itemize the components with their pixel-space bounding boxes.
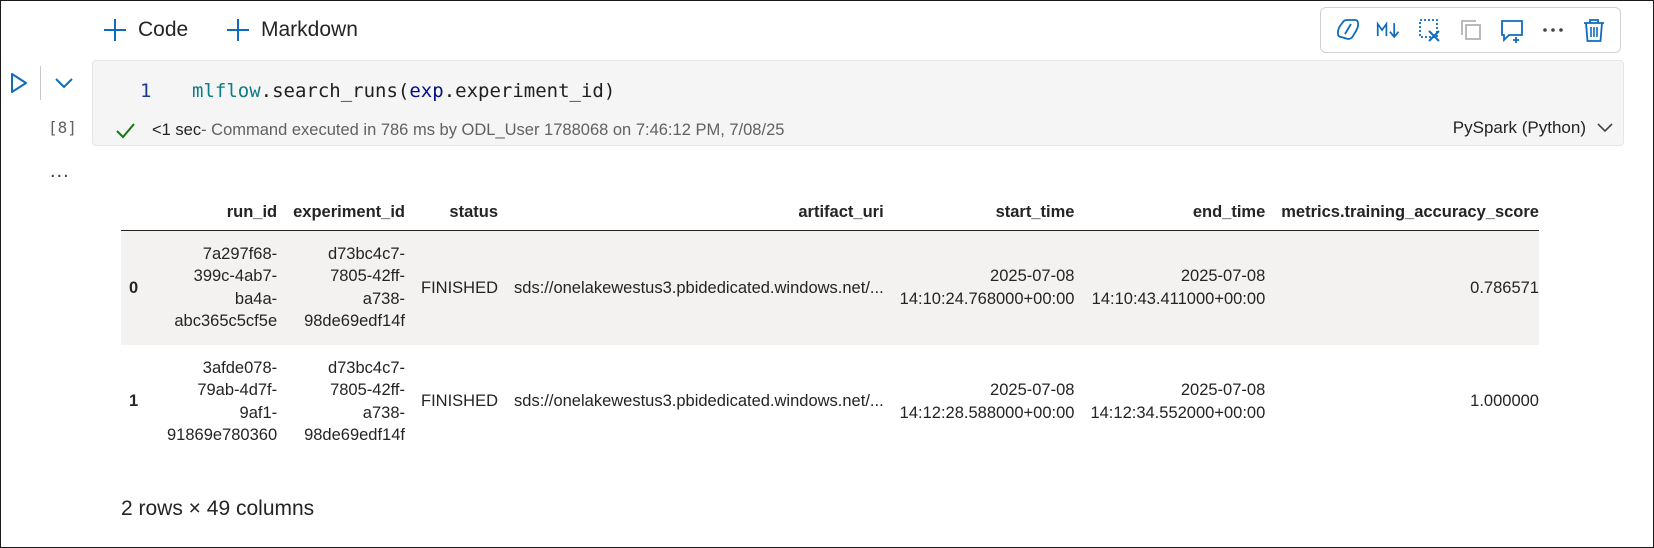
column-header: end_time bbox=[1074, 195, 1266, 231]
row-index: 1 bbox=[129, 392, 139, 411]
table-row: 0 7a297f68- 399c-4ab7- ba4a- abc365c5cf5… bbox=[121, 230, 1539, 345]
comment-icon bbox=[1500, 20, 1523, 43]
cell-end-time: 2025-07-08 14:10:43.411000+00:00 bbox=[1074, 230, 1266, 345]
cell-end-time: 2025-07-08 14:12:34.552000+00:00 bbox=[1090, 381, 1266, 422]
table-row: 1 3afde078- 79ab-4d7f- 9af1- 91869e78036… bbox=[121, 345, 1539, 459]
line-number: 1 bbox=[140, 80, 152, 102]
cell-status: FINISHED bbox=[405, 230, 499, 345]
execution-detail: - Command executed in 786 ms by ODL_User… bbox=[201, 120, 785, 139]
add-markdown-cell-button[interactable]: Markdown bbox=[225, 14, 358, 46]
column-header bbox=[121, 195, 151, 231]
execution-count: [8] bbox=[48, 118, 77, 137]
column-header: status bbox=[405, 195, 499, 231]
gutter-divider bbox=[40, 66, 41, 100]
more-options-button[interactable] bbox=[1538, 15, 1568, 45]
cell-metric: 1.000000 bbox=[1470, 392, 1539, 411]
cell-artifact-uri: sds://onelakewestus3.pbidedicated.window… bbox=[498, 230, 884, 345]
cell-status: FINISHED bbox=[421, 392, 499, 411]
clear-output-button[interactable] bbox=[1415, 15, 1445, 45]
add-code-cell-button[interactable]: Code bbox=[102, 14, 188, 46]
cell-experiment-id: d73bc4c7- 7805-42ff- a738- 98de69edf14f bbox=[277, 230, 405, 345]
cell-run-id: 7a297f68- 399c-4ab7- ba4a- abc365c5cf5e bbox=[151, 230, 278, 345]
column-header: metrics.training_accuracy_score bbox=[1265, 195, 1539, 231]
code-token-module: mlflow bbox=[192, 80, 261, 102]
row-index: 0 bbox=[121, 230, 151, 345]
language-select[interactable]: PySpark (Python) bbox=[1453, 118, 1614, 138]
cell-artifact-uri: sds://onelakewestus3.pbidedicated.window… bbox=[514, 392, 884, 411]
copy-cell-button[interactable] bbox=[1456, 15, 1486, 45]
chevron-down-icon[interactable] bbox=[52, 73, 76, 93]
markdown-toggle-button[interactable] bbox=[1374, 15, 1404, 45]
delete-icon bbox=[1583, 19, 1604, 42]
add-markdown-label: Markdown bbox=[261, 18, 358, 41]
cell-metric: 0.786571 bbox=[1265, 230, 1539, 345]
chevron-down-icon bbox=[1597, 123, 1613, 133]
code-token-method: .search_runs( bbox=[260, 80, 410, 102]
run-cell-icon[interactable] bbox=[8, 70, 30, 96]
column-header: experiment_id bbox=[277, 195, 405, 231]
dataframe-shape-note: 2 rows × 49 columns bbox=[121, 497, 315, 520]
copilot-button[interactable] bbox=[1333, 15, 1363, 45]
column-header: run_id bbox=[151, 195, 278, 231]
code-line[interactable]: 1 mlflow .search_runs(exp .experiment_id) bbox=[140, 80, 615, 102]
cell-start-time: 2025-07-08 14:10:24.768000+00:00 bbox=[883, 230, 1075, 345]
add-code-label: Code bbox=[138, 18, 189, 41]
column-header: artifact_uri bbox=[498, 195, 884, 231]
dataframe-table: run_id experiment_id status artifact_uri… bbox=[121, 195, 1539, 459]
comment-button[interactable] bbox=[1497, 15, 1527, 45]
code-token-arg-attr: .experiment_id) bbox=[443, 80, 616, 102]
output-more-button[interactable]: ... bbox=[50, 160, 70, 183]
copy-cell-icon bbox=[1460, 20, 1481, 40]
checkmark-icon bbox=[116, 123, 135, 139]
language-label: PySpark (Python) bbox=[1452, 118, 1586, 137]
markdown-toggle-icon bbox=[1376, 21, 1399, 39]
cell-toolbar bbox=[1320, 7, 1621, 53]
cell-run-id: 3afde078- 79ab-4d7f- 9af1- 91869e780360 bbox=[167, 358, 278, 445]
cell-start-time: 2025-07-08 14:12:28.588000+00:00 bbox=[899, 381, 1075, 422]
cell-experiment-id: d73bc4c7- 7805-42ff- a738- 98de69edf14f bbox=[304, 358, 405, 445]
execution-status: <1 sec - Command executed in 786 ms by O… bbox=[114, 119, 784, 141]
column-header: start_time bbox=[883, 195, 1075, 231]
table-header-row: run_id experiment_id status artifact_uri… bbox=[121, 195, 1539, 231]
clear-output-icon bbox=[1418, 19, 1440, 42]
execution-duration: <1 sec bbox=[152, 120, 202, 139]
delete-cell-button[interactable] bbox=[1579, 15, 1609, 45]
plus-icon bbox=[104, 19, 126, 41]
code-token-arg-object: exp bbox=[409, 80, 444, 102]
more-options-icon bbox=[1542, 28, 1563, 32]
copilot-icon bbox=[1336, 19, 1359, 40]
plus-icon bbox=[227, 19, 249, 41]
